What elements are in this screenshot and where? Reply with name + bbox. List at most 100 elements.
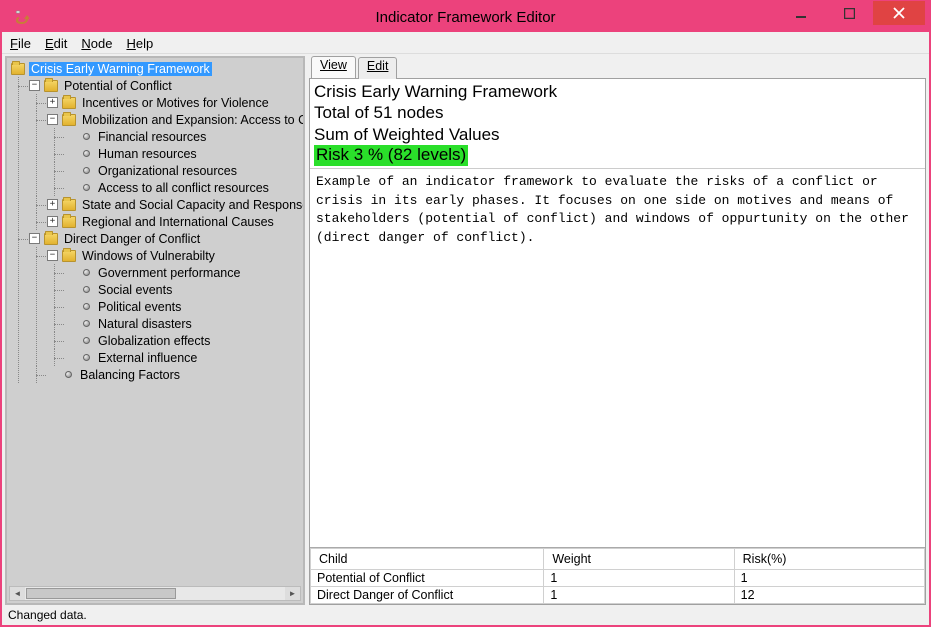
tree-node-label[interactable]: Direct Danger of Conflict	[62, 232, 202, 246]
table-row[interactable]: Direct Danger of Conflict 1 12	[311, 587, 925, 604]
tree-node-direct[interactable]: − Direct Danger of Conflict	[29, 230, 303, 247]
tree-node-state-capacity[interactable]: + State and Social Capacity and Response	[47, 196, 303, 213]
leaf-icon	[83, 303, 90, 310]
collapse-icon[interactable]: −	[29, 80, 40, 91]
scroll-left-icon[interactable]: ◄	[10, 587, 25, 600]
tree-leaf[interactable]: Financial resources	[65, 128, 303, 145]
col-risk[interactable]: Risk(%)	[734, 549, 924, 570]
tree-leaf-label[interactable]: Globalization effects	[96, 334, 212, 348]
maximize-button[interactable]	[825, 1, 873, 25]
scrollbar-thumb[interactable]	[26, 588, 176, 599]
leaf-icon	[83, 286, 90, 293]
tree-leaf-balancing[interactable]: Balancing Factors	[47, 366, 303, 383]
tree-node-mobilization[interactable]: − Mobilization and Expansion: Access to …	[47, 111, 303, 128]
tree-leaf-label[interactable]: Natural disasters	[96, 317, 194, 331]
cell-weight: 1	[544, 587, 734, 604]
collapse-icon[interactable]: −	[29, 233, 40, 244]
cell-weight: 1	[544, 570, 734, 587]
folder-icon	[11, 63, 25, 75]
collapse-icon[interactable]: −	[47, 250, 58, 261]
tree-node-potential[interactable]: − Potential of Conflict	[29, 77, 303, 94]
window-title: Indicator Framework Editor	[375, 9, 555, 26]
menu-file[interactable]: File	[8, 35, 33, 52]
content-area: Crisis Early Warning Framework − Potenti…	[2, 54, 929, 607]
menu-help[interactable]: Help	[124, 35, 155, 52]
summary-total: Total of 51 nodes	[314, 102, 921, 123]
table-row[interactable]: Potential of Conflict 1 1	[311, 570, 925, 587]
tree-node-windows[interactable]: − Windows of Vulnerabilty	[47, 247, 303, 264]
tree-node-label[interactable]: Regional and International Causes	[80, 215, 276, 229]
summary-risk-badge: Risk 3 % (82 levels)	[314, 145, 468, 166]
folder-icon	[62, 250, 76, 262]
collapse-icon[interactable]: −	[47, 114, 58, 125]
horizontal-scrollbar[interactable]: ◄ ►	[9, 586, 301, 601]
status-text: Changed data.	[8, 608, 87, 622]
tree-node-label[interactable]: State and Social Capacity and Response	[80, 198, 305, 212]
col-child[interactable]: Child	[311, 549, 544, 570]
window-controls	[777, 3, 925, 31]
tree-node-label[interactable]: Mobilization and Expansion: Access to Co…	[80, 113, 305, 127]
col-weight[interactable]: Weight	[544, 549, 734, 570]
leaf-icon	[83, 320, 90, 327]
tree-leaf-label[interactable]: Organizational resources	[96, 164, 239, 178]
folder-icon	[62, 216, 76, 228]
leaf-icon	[83, 337, 90, 344]
folder-icon	[44, 233, 58, 245]
detail-panel: View Edit Crisis Early Warning Framework…	[309, 56, 926, 605]
tree-leaf[interactable]: Political events	[65, 298, 303, 315]
tree-leaf[interactable]: Organizational resources	[65, 162, 303, 179]
folder-icon	[62, 199, 76, 211]
tree-leaf[interactable]: Access to all conflict resources	[65, 179, 303, 196]
tree-leaf-label[interactable]: Financial resources	[96, 130, 208, 144]
close-button[interactable]	[873, 1, 925, 25]
tree-root[interactable]: Crisis Early Warning Framework	[11, 60, 303, 77]
expand-icon[interactable]: +	[47, 216, 58, 227]
tree-leaf[interactable]: Globalization effects	[65, 332, 303, 349]
leaf-icon	[83, 354, 90, 361]
status-bar: Changed data.	[2, 607, 929, 625]
tree-node-incentives[interactable]: + Incentives or Motives for Violence	[47, 94, 303, 111]
tree-leaf[interactable]: Natural disasters	[65, 315, 303, 332]
tree-root-label[interactable]: Crisis Early Warning Framework	[29, 62, 212, 76]
summary-sum: Sum of Weighted Values	[314, 124, 921, 145]
leaf-icon	[83, 150, 90, 157]
tab-bar: View Edit	[309, 56, 926, 78]
folder-icon	[62, 114, 76, 126]
scroll-right-icon[interactable]: ►	[285, 587, 300, 600]
tree-leaf-label[interactable]: Social events	[96, 283, 174, 297]
tree-leaf-label[interactable]: Political events	[96, 300, 183, 314]
expand-icon[interactable]: +	[47, 97, 58, 108]
tree-leaf-label[interactable]: External influence	[96, 351, 199, 365]
cell-risk: 12	[734, 587, 924, 604]
expand-icon[interactable]: +	[47, 199, 58, 210]
tree-node-label[interactable]: Windows of Vulnerabilty	[80, 249, 217, 263]
menu-node[interactable]: Node	[79, 35, 114, 52]
leaf-icon	[83, 269, 90, 276]
framework-tree[interactable]: Crisis Early Warning Framework − Potenti…	[7, 60, 303, 383]
tree-node-regional[interactable]: + Regional and International Causes	[47, 213, 303, 230]
tab-edit[interactable]: Edit	[358, 57, 398, 79]
minimize-button[interactable]	[777, 1, 825, 25]
tree-node-label[interactable]: Potential of Conflict	[62, 79, 174, 93]
tree-panel[interactable]: Crisis Early Warning Framework − Potenti…	[5, 56, 305, 605]
tree-leaf[interactable]: External influence	[65, 349, 303, 366]
menu-bar: File Edit Node Help	[2, 32, 929, 54]
title-bar[interactable]: Indicator Framework Editor	[2, 2, 929, 32]
table-header-row: Child Weight Risk(%)	[311, 549, 925, 570]
tree-leaf[interactable]: Social events	[65, 281, 303, 298]
cell-child: Potential of Conflict	[311, 570, 544, 587]
leaf-icon	[83, 133, 90, 140]
tree-leaf[interactable]: Government performance	[65, 264, 303, 281]
tree-leaf-label[interactable]: Balancing Factors	[78, 368, 182, 382]
tree-leaf-label[interactable]: Human resources	[96, 147, 199, 161]
tab-view[interactable]: View	[311, 56, 356, 78]
leaf-icon	[83, 167, 90, 174]
leaf-icon	[65, 371, 72, 378]
menu-edit[interactable]: Edit	[43, 35, 69, 52]
folder-icon	[44, 80, 58, 92]
tree-node-label[interactable]: Incentives or Motives for Violence	[80, 96, 271, 110]
tree-leaf-label[interactable]: Access to all conflict resources	[96, 181, 271, 195]
summary-title: Crisis Early Warning Framework	[314, 81, 921, 102]
tree-leaf[interactable]: Human resources	[65, 145, 303, 162]
tree-leaf-label[interactable]: Government performance	[96, 266, 242, 280]
